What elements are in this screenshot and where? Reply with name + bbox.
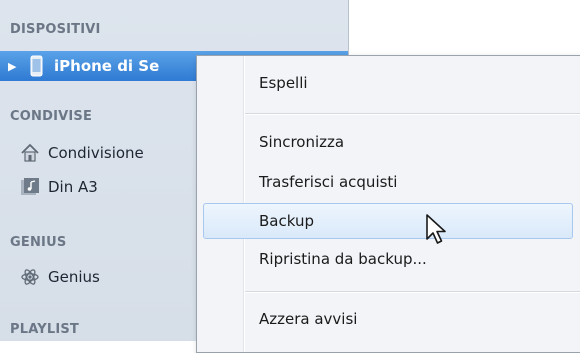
menu-item-transfer-purchases[interactable]: Trasferisci acquisti [259,169,397,195]
section-header-genius: GENIUS [10,235,67,250]
sidebar-item-label: Din A3 [48,178,98,196]
iphone-icon [26,55,46,77]
sidebar-item-label: iPhone di Se [54,57,160,75]
section-header-shared: CONDIVISE [10,109,93,124]
menu-item-backup[interactable]: Backup [259,208,314,234]
menu-separator [245,113,580,115]
sidebar-item-label: Genius [48,268,100,286]
sidebar-item-label: Condivisione [48,144,144,162]
shared-library-icon [20,176,40,198]
device-context-menu: Espelli Sincronizza Trasferisci acquisti… [196,55,580,353]
mouse-pointer-icon [425,213,451,247]
section-header-devices: DISPOSITIVI [10,22,101,37]
section-header-playlist: PLAYLIST [10,322,79,337]
disclosure-triangle-icon[interactable]: ▶ [8,60,20,73]
menu-item-eject[interactable]: Espelli [259,70,308,96]
menu-item-restore-backup[interactable]: Ripristina da backup... [259,246,427,272]
home-sharing-icon [20,142,40,164]
menu-separator [245,291,580,293]
menu-item-reset-warnings[interactable]: Azzera avvisi [259,306,357,332]
genius-atom-icon [20,266,40,288]
menu-item-sync[interactable]: Sincronizza [259,129,344,155]
